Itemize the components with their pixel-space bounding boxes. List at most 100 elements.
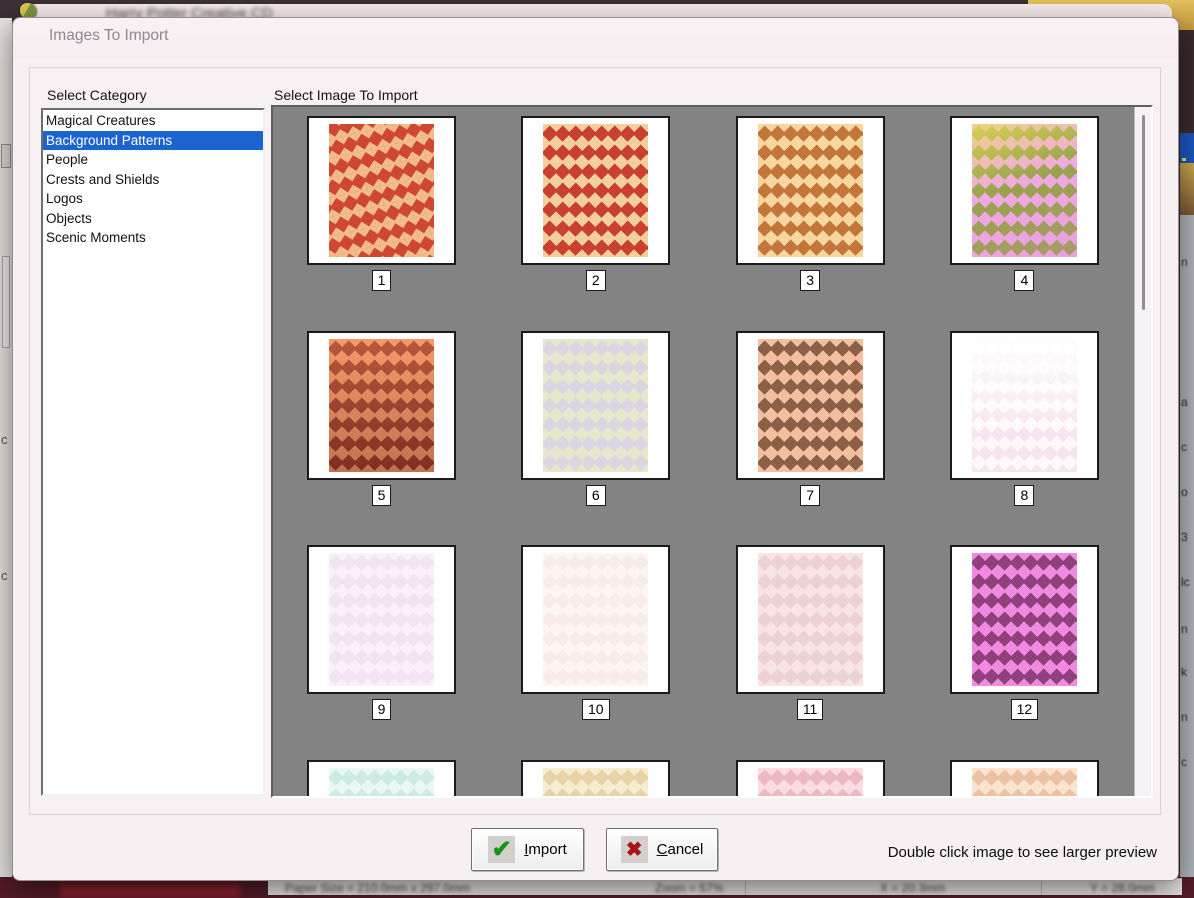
image-thumbnail-12[interactable]: 12 bbox=[950, 545, 1099, 720]
pattern-image bbox=[543, 339, 648, 472]
image-number: 2 bbox=[586, 270, 606, 291]
pattern-fill bbox=[972, 553, 1077, 686]
thumbnail-card[interactable] bbox=[307, 116, 456, 265]
status-segment: Y = 28.0mm bbox=[1090, 881, 1155, 895]
background-clipped-text: 3 bbox=[1181, 530, 1188, 544]
background-clipped-text: n bbox=[1181, 622, 1188, 636]
background-clipped-text: c bbox=[1181, 440, 1187, 454]
background-window-titlebar: Harry Potter Creative CD bbox=[24, 4, 1172, 18]
thumbnail-card[interactable] bbox=[521, 545, 670, 694]
thumbnail-card[interactable] bbox=[950, 545, 1099, 694]
image-number: 3 bbox=[800, 270, 820, 291]
pattern-fill bbox=[329, 553, 434, 686]
pattern-fill bbox=[543, 124, 648, 257]
thumbnail-card[interactable] bbox=[307, 545, 456, 694]
pattern-image bbox=[758, 339, 863, 472]
image-thumbnail-2[interactable]: 2 bbox=[521, 116, 670, 291]
import-button[interactable]: ✔ Import bbox=[471, 828, 584, 871]
background-clipped-text: c bbox=[1, 432, 8, 447]
image-thumbnail-16[interactable]: 16 bbox=[950, 760, 1099, 796]
pattern-fill bbox=[972, 339, 1077, 472]
thumbnail-card[interactable] bbox=[950, 760, 1099, 796]
image-number: 1 bbox=[372, 270, 392, 291]
background-clipped-text: c bbox=[1, 568, 8, 583]
category-item-magical-creatures[interactable]: Magical Creatures bbox=[43, 111, 263, 131]
category-item-objects[interactable]: Objects bbox=[43, 209, 263, 229]
pattern-image bbox=[758, 124, 863, 257]
image-number: 10 bbox=[582, 699, 610, 720]
image-number: 8 bbox=[1014, 485, 1034, 506]
pattern-fill bbox=[329, 339, 434, 472]
pattern-image bbox=[329, 553, 434, 686]
dialog-titlebar[interactable]: Images To Import bbox=[13, 18, 1178, 58]
pattern-fill bbox=[543, 553, 648, 686]
image-thumbnail-14[interactable]: 14 bbox=[521, 760, 670, 796]
status-separator bbox=[1041, 880, 1042, 895]
pattern-image bbox=[329, 768, 434, 796]
pattern-image bbox=[543, 553, 648, 686]
select-category-label: Select Category bbox=[47, 87, 147, 103]
image-thumbnail-11[interactable]: 11 bbox=[736, 545, 885, 720]
check-icon: ✔ bbox=[488, 836, 515, 863]
thumbnail-card[interactable] bbox=[521, 116, 670, 265]
pattern-fill bbox=[972, 768, 1077, 796]
thumbnail-card[interactable] bbox=[736, 331, 885, 480]
background-tool-button bbox=[1, 144, 11, 168]
thumbnail-card[interactable] bbox=[307, 331, 456, 480]
background-artwork-sliver bbox=[60, 884, 240, 898]
pattern-image bbox=[972, 339, 1077, 472]
background-toolbar-sliver: cc bbox=[0, 18, 12, 878]
category-listbox[interactable]: Magical CreaturesBackground PatternsPeop… bbox=[41, 108, 265, 796]
image-thumbnail-5[interactable]: 5 bbox=[307, 331, 456, 506]
image-thumbnail-6[interactable]: 6 bbox=[521, 331, 670, 506]
thumbnail-card[interactable] bbox=[950, 331, 1099, 480]
image-thumbnail-13[interactable]: 13 bbox=[307, 760, 456, 796]
image-thumbnail-8[interactable]: 8 bbox=[950, 331, 1099, 506]
background-clipped-text: c bbox=[1181, 755, 1187, 769]
thumbnail-card[interactable] bbox=[307, 760, 456, 796]
thumbnail-card[interactable] bbox=[950, 116, 1099, 265]
thumbnail-card[interactable] bbox=[736, 116, 885, 265]
screen: ⌄ Harry Potter Creative CD cc naco3lcnkn… bbox=[0, 0, 1194, 898]
category-item-crests-and-shields[interactable]: Crests and Shields bbox=[43, 170, 263, 190]
background-tool-panel bbox=[2, 256, 10, 348]
pattern-fill bbox=[543, 339, 648, 472]
image-grid: 12345678910111213141516 bbox=[273, 107, 1134, 796]
image-thumbnail-7[interactable]: 7 bbox=[736, 331, 885, 506]
pattern-image bbox=[543, 124, 648, 257]
thumbnail-card[interactable] bbox=[736, 760, 885, 796]
category-item-scenic-moments[interactable]: Scenic Moments bbox=[43, 228, 263, 248]
pattern-fill bbox=[543, 768, 648, 796]
category-item-logos[interactable]: Logos bbox=[43, 189, 263, 209]
pattern-image bbox=[758, 553, 863, 686]
image-thumbnail-3[interactable]: 3 bbox=[736, 116, 885, 291]
status-separator bbox=[745, 880, 746, 895]
image-grid-panel: 12345678910111213141516 bbox=[271, 105, 1153, 798]
dialog-title: Images To Import bbox=[49, 27, 168, 45]
vertical-scrollbar[interactable] bbox=[1134, 107, 1151, 796]
category-item-background-patterns[interactable]: Background Patterns bbox=[43, 131, 263, 151]
category-item-people[interactable]: People bbox=[43, 150, 263, 170]
background-clipped-text: o bbox=[1181, 485, 1188, 499]
scrollbar-thumb[interactable] bbox=[1142, 115, 1145, 310]
status-segment: Paper Size = 210.0mm x 297.0mm bbox=[285, 881, 470, 895]
background-swatch-mark bbox=[1182, 158, 1186, 161]
image-thumbnail-15[interactable]: 15 bbox=[736, 760, 885, 796]
pattern-image bbox=[329, 339, 434, 472]
image-number: 12 bbox=[1011, 699, 1039, 720]
thumbnail-card[interactable] bbox=[521, 760, 670, 796]
image-thumbnail-4[interactable]: 4 bbox=[950, 116, 1099, 291]
image-number: 6 bbox=[586, 485, 606, 506]
image-thumbnail-1[interactable]: 1 bbox=[307, 116, 456, 291]
background-panel-edge: naco3lcnknc bbox=[1180, 215, 1194, 878]
image-number: 5 bbox=[372, 485, 392, 506]
cancel-button-label: Cancel bbox=[657, 841, 704, 858]
image-thumbnail-9[interactable]: 9 bbox=[307, 545, 456, 720]
cancel-button[interactable]: ✖ Cancel bbox=[606, 828, 718, 871]
image-thumbnail-10[interactable]: 10 bbox=[521, 545, 670, 720]
thumbnail-card[interactable] bbox=[736, 545, 885, 694]
thumbnail-card[interactable] bbox=[521, 331, 670, 480]
background-clipped-text: n bbox=[1181, 255, 1188, 269]
pattern-image bbox=[972, 768, 1077, 796]
pattern-fill bbox=[758, 768, 863, 796]
